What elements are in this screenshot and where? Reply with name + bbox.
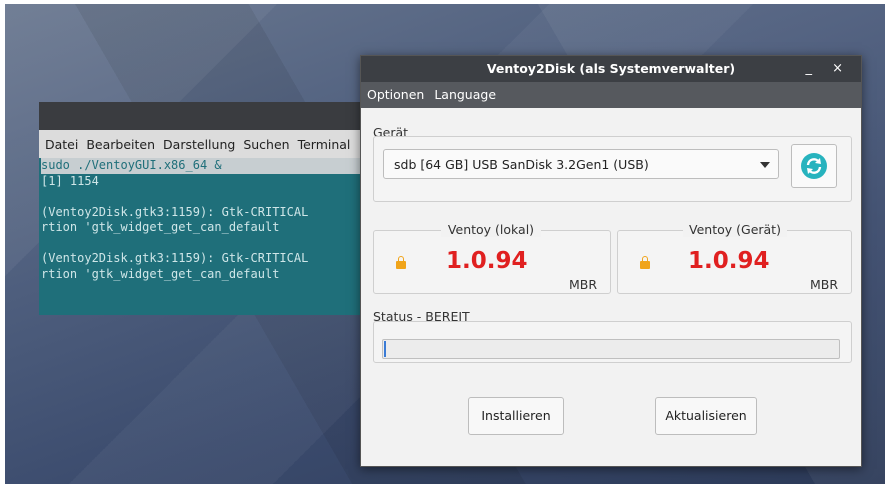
local-version-value: 1.0.94 <box>446 248 528 274</box>
terminal-line: [1] 1154 <box>41 173 99 188</box>
lock-icon <box>640 256 650 269</box>
screen: Datei Bearbeiten Darstellung Suchen Term… <box>0 0 891 491</box>
update-button[interactable]: Aktualisieren <box>655 397 757 435</box>
device-version-value: 1.0.94 <box>688 248 770 274</box>
device-version-label: Ventoy (Gerät) <box>683 222 787 237</box>
terminal-line: (Ventoy2Disk.gtk3:1159): Gtk-CRITICAL <box>41 251 309 265</box>
terminal-line: rtion 'gtk_widget_get_can_default <box>41 220 280 234</box>
device-selected-value: sdb [64 GB] USB SanDisk 3.2Gen1 (USB) <box>394 157 649 172</box>
terminal-window[interactable]: Datei Bearbeiten Darstellung Suchen Term… <box>39 102 369 315</box>
lock-icon <box>396 256 406 269</box>
terminal-titlebar[interactable] <box>39 102 369 130</box>
menu-suchen[interactable]: Suchen <box>243 137 289 152</box>
local-partition-style: MBR <box>569 277 598 292</box>
refresh-icon <box>801 153 827 179</box>
menu-optionen[interactable]: Optionen <box>367 87 424 102</box>
menu-terminal[interactable]: Terminal <box>298 137 351 152</box>
menu-datei[interactable]: Datei <box>45 137 78 152</box>
desktop-background: Datei Bearbeiten Darstellung Suchen Term… <box>5 4 885 484</box>
terminal-output[interactable]: sudo ./VentoyGUI.x86_64 & [1] 1154 (Vento… <box>39 158 369 282</box>
refresh-button[interactable] <box>791 144 837 188</box>
terminal-line: (Ventoy2Disk.gtk3:1159): Gtk-CRITICAL <box>41 204 309 219</box>
device-dropdown[interactable]: sdb [64 GB] USB SanDisk 3.2Gen1 (USB) <box>383 149 779 179</box>
device-partition-style: MBR <box>810 277 839 292</box>
progress-fill <box>384 341 386 357</box>
progress-bar <box>382 339 840 359</box>
local-version-label: Ventoy (lokal) <box>441 222 541 237</box>
chevron-down-icon <box>760 162 770 168</box>
dialog-menubar: Optionen Language <box>361 82 861 108</box>
dialog-title: Ventoy2Disk (als Systemverwalter) <box>486 61 736 76</box>
menu-darstellung[interactable]: Darstellung <box>163 137 235 152</box>
dialog-titlebar[interactable]: Ventoy2Disk (als Systemverwalter) _ × <box>361 56 861 82</box>
ventoy-dialog: Ventoy2Disk (als Systemverwalter) _ × Op… <box>360 55 862 467</box>
window-controls[interactable]: _ × <box>805 56 851 82</box>
terminal-line: rtion 'gtk_widget_get_can_default <box>41 266 280 281</box>
menu-language[interactable]: Language <box>434 87 496 102</box>
terminal-menubar: Datei Bearbeiten Darstellung Suchen Term… <box>39 130 369 158</box>
menu-bearbeiten[interactable]: Bearbeiten <box>86 137 155 152</box>
terminal-line: sudo ./VentoyGUI.x86_64 & <box>41 158 369 174</box>
install-button[interactable]: Installieren <box>468 397 564 435</box>
